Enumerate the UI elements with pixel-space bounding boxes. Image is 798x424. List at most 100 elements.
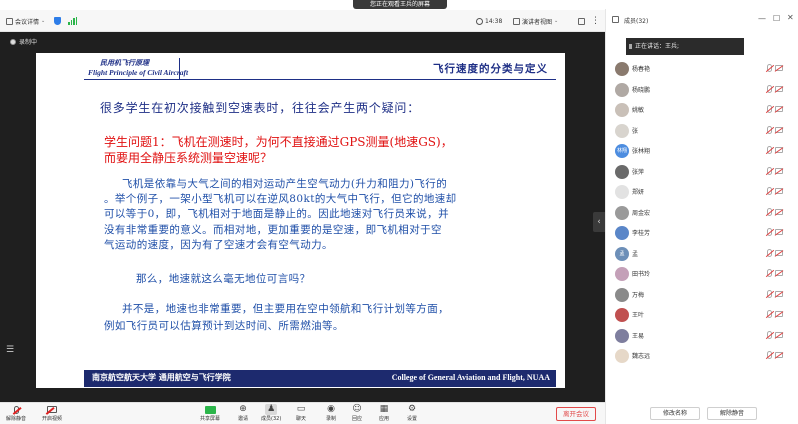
reactions-button[interactable]: ☺ 回应 [351, 404, 363, 422]
member-row[interactable]: 张萍 [606, 164, 798, 180]
member-row[interactable]: 姚敏 [606, 102, 798, 118]
members-icon [612, 16, 619, 23]
members-button[interactable]: ♟ 成员(32) [261, 404, 281, 422]
fullscreen-button[interactable] [578, 10, 585, 32]
camera-off-icon [775, 208, 783, 215]
active-speaker-banner: 正在讲话：王兵; [626, 38, 744, 55]
slide-intro: 很多学生在初次接触到空速表时，往往会产生两个疑问： [100, 101, 421, 115]
member-row[interactable]: 田书玲 [606, 266, 798, 282]
microphone-muted-icon [767, 64, 772, 72]
share-label: 共享屏幕 [200, 416, 221, 422]
security-status[interactable] [54, 10, 61, 32]
leave-meeting-button[interactable]: 离开会议 [556, 407, 596, 421]
timer-label: 14:38 [485, 17, 503, 25]
invite-label: 邀请 [237, 416, 248, 422]
member-row[interactable]: 郑妍 [606, 184, 798, 200]
record-icon: ◉ [327, 404, 335, 414]
microphone-muted-icon [767, 248, 772, 257]
settings-button[interactable]: ⚙ 设置 [406, 404, 418, 422]
member-row[interactable]: 周金宏 [606, 205, 798, 221]
member-name: 李桂芳 [632, 230, 651, 237]
sharing-notice[interactable]: 您正在观看王兵的屏幕 [353, 0, 447, 9]
camera-off-icon [775, 352, 783, 358]
avatar [615, 164, 629, 179]
signal-icon [68, 17, 77, 25]
microphone-muted-icon [767, 351, 772, 359]
rename-button[interactable]: 修改名称 [650, 407, 700, 420]
avatar [615, 287, 629, 302]
member-row[interactable]: 林翔 张林翔 [606, 143, 798, 159]
microphone-muted-icon [767, 289, 772, 298]
members-count-label: 成员(32) [624, 18, 649, 25]
microphone-muted-icon [767, 228, 772, 236]
record-label: 录制 [325, 416, 336, 422]
camera-off-icon [775, 311, 783, 317]
avatar [615, 123, 629, 138]
student-question-line: 学生问题1：飞机在测速时，为何不直接通过GPS测量(地速GS)， [104, 135, 453, 149]
close-icon[interactable]: ✕ [787, 13, 794, 22]
unmute-label: 解除静音 [6, 416, 27, 422]
slide-body-line: 可以等于0，即，飞机相对于地面是静止的。因此地速对飞行员来说，并 [104, 208, 449, 220]
member-row[interactable]: 王叶 [606, 307, 798, 323]
avatar [615, 62, 629, 76]
minimize-icon[interactable]: — [758, 14, 766, 23]
student-question-line: 而要用全静压系统测量空速呢？ [104, 151, 273, 165]
member-row[interactable]: 王易 [606, 328, 798, 344]
header-rule [84, 79, 556, 80]
member-row[interactable]: 万梅 [606, 287, 798, 303]
shared-screen: 录制中 民用机飞行原理 Flight Principle of Civil Ai… [0, 32, 605, 402]
maximize-icon[interactable]: ☐ [773, 14, 780, 23]
collapse-panel-button[interactable]: ‹ [593, 212, 605, 232]
member-row[interactable]: 李桂芳 [606, 225, 798, 241]
slide-body-line: 飞机是依靠与大气之间的相对运动产生空气动力(升力和阻力)飞行的 [122, 178, 448, 190]
menu-icon[interactable]: ☰ [6, 345, 16, 355]
meeting-timer: 14:38 [476, 10, 502, 32]
member-row[interactable]: 杨春艳 [606, 61, 798, 77]
chat-button[interactable]: ▭ 聊天 [295, 404, 307, 422]
avatar [615, 205, 629, 220]
unmute-button[interactable]: 解除静音 [6, 404, 26, 422]
video-button[interactable]: 开启视频 [42, 404, 62, 422]
footer-school-cn: 南京航空航天大学 通用航空与飞行学院 [92, 372, 231, 382]
avatar: 孟 [615, 246, 629, 261]
member-name: 杨春艳 [632, 66, 651, 73]
camera-off-icon [775, 147, 783, 153]
camera-off-icon [775, 85, 783, 92]
camera-off-icon [775, 249, 783, 256]
camera-off-icon [775, 126, 783, 133]
member-row[interactable]: 杨晓鹏 [606, 82, 798, 98]
share-screen-button[interactable]: 共享屏幕 [200, 404, 220, 422]
settings-label: 设置 [406, 416, 417, 422]
view-mode-button[interactable]: 演讲者视图 ⌄ [513, 10, 558, 32]
info-icon [6, 17, 13, 25]
avatar [615, 185, 629, 199]
layout-icon [513, 17, 520, 25]
chat-label: 聊天 [295, 416, 306, 422]
meeting-window: 您正在观看王兵的屏幕 会议详情 ⌄ 14:38 演讲者视图 ⌄ ⋮ 录制中 民用… [0, 0, 798, 424]
microphone-muted-icon [767, 310, 772, 318]
shield-icon [54, 17, 61, 25]
avatar [615, 103, 629, 117]
member-name: 姚敏 [632, 107, 645, 114]
more-button[interactable]: ⋮ [591, 10, 600, 32]
chat-icon: ▭ [296, 404, 306, 414]
camera-off-icon [775, 290, 783, 297]
slide-body-line: 没有非常重要的意义。而相对地，更加重要的是空速，即飞机相对于空 [104, 224, 442, 236]
network-status[interactable] [68, 10, 77, 32]
unmute-member-button[interactable]: 解除静音 [707, 407, 757, 420]
slide-body-line: 例如飞行员可以估算预计到达时间、所需燃油等。 [104, 320, 344, 332]
member-row[interactable]: 张 [606, 123, 798, 139]
microphone-muted-icon [767, 125, 772, 134]
camera-off-icon [775, 270, 783, 276]
camera-off-icon [775, 106, 783, 112]
reactions-label: 回应 [351, 416, 362, 422]
chevron-down-icon: ⌄ [41, 18, 46, 24]
microphone-muted-icon [767, 105, 772, 113]
member-row[interactable]: 魏志远 [606, 348, 798, 364]
member-row[interactable]: 孟孟 [606, 246, 798, 262]
record-button[interactable]: ◉ 录制 [325, 404, 337, 422]
bottom-toolbar: 解除静音 开启视频 共享屏幕 ⊕ 邀请 ♟ 成员(32) ▭ 聊天 ◉ 录制 ☺… [0, 402, 605, 424]
invite-button[interactable]: ⊕ 邀请 [237, 404, 249, 422]
apps-button[interactable]: ▦ 应用 [378, 404, 390, 422]
meeting-info-button[interactable]: 会议详情 ⌄ [6, 10, 45, 32]
